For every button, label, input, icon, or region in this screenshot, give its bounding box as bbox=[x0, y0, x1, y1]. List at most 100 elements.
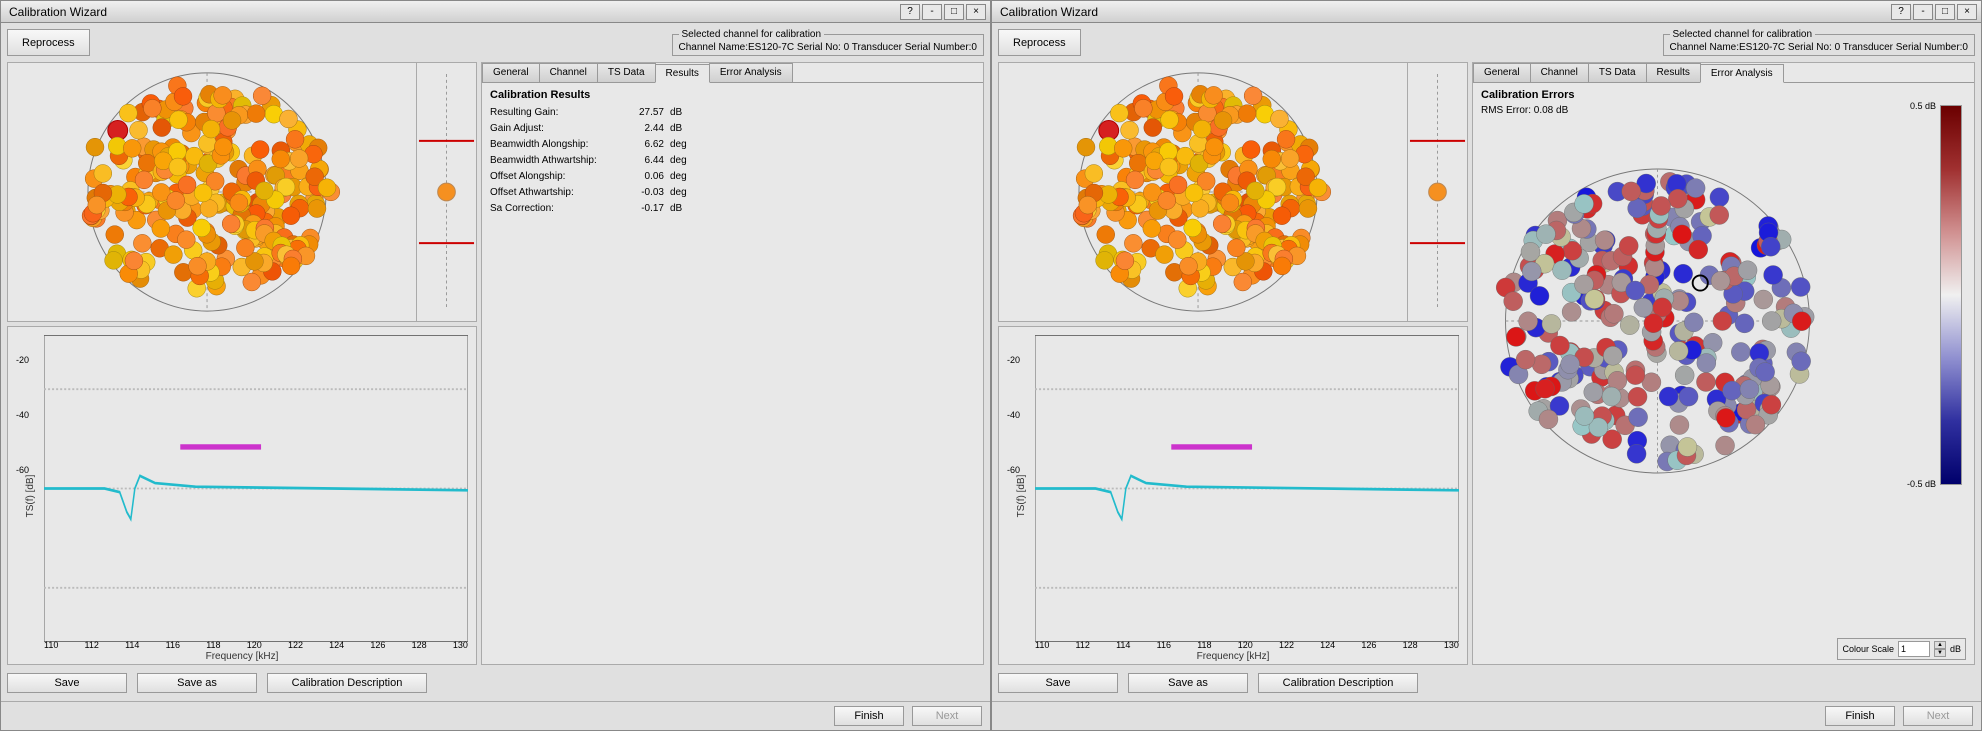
beam-side-svg bbox=[1408, 63, 1467, 321]
xtick: 124 bbox=[1320, 640, 1335, 650]
minimize-button[interactable]: - bbox=[1913, 4, 1933, 20]
xtick: 124 bbox=[329, 640, 344, 650]
xtick: 110 bbox=[1035, 640, 1049, 650]
save-button[interactable]: Save bbox=[7, 673, 127, 693]
spin-down-icon[interactable]: ▼ bbox=[1934, 649, 1946, 657]
ytick: -40 bbox=[16, 410, 29, 420]
freq-xlabel: Frequency [kHz] bbox=[1197, 651, 1270, 662]
channel-line: Channel Name:ES120-7C Serial No: 0 Trans… bbox=[679, 42, 977, 53]
reprocess-button[interactable]: Reprocess bbox=[998, 29, 1081, 56]
minimize-button[interactable]: - bbox=[922, 4, 942, 20]
result-row: Resulting Gain:27.57dB bbox=[490, 105, 975, 121]
colour-scale-input[interactable]: 1 bbox=[1898, 641, 1930, 657]
help-button[interactable]: ? bbox=[1891, 4, 1911, 20]
save-button[interactable]: Save bbox=[998, 673, 1118, 693]
colorbar-top-label: 0.5 dB bbox=[1910, 101, 1936, 111]
ytick: -60 bbox=[16, 465, 29, 475]
close-button[interactable]: × bbox=[966, 4, 986, 20]
xtick: 130 bbox=[453, 640, 468, 650]
xtick: 122 bbox=[1279, 640, 1294, 650]
reprocess-button[interactable]: Reprocess bbox=[7, 29, 90, 56]
tab-error-analysis[interactable]: Error Analysis bbox=[709, 63, 793, 82]
xtick: 120 bbox=[1238, 640, 1253, 650]
beam-scatter-svg bbox=[8, 63, 416, 321]
window-buttons: ? - □ × bbox=[900, 4, 986, 20]
channel-group-label: Selected channel for calibration bbox=[1670, 29, 1816, 40]
xtick: 116 bbox=[1157, 640, 1171, 650]
titlebar: Calibration Wizard ? - □ × bbox=[992, 1, 1981, 23]
calibration-description-button[interactable]: Calibration Description bbox=[267, 673, 427, 693]
tab-general[interactable]: General bbox=[482, 63, 540, 82]
colorbar bbox=[1940, 105, 1962, 485]
window-title: Calibration Wizard bbox=[9, 5, 900, 19]
tab-channel[interactable]: Channel bbox=[539, 63, 598, 82]
next-button[interactable]: Next bbox=[912, 706, 982, 726]
tab-ts-data[interactable]: TS Data bbox=[597, 63, 656, 82]
channel-info-box: Selected channel for calibration Channel… bbox=[672, 29, 984, 56]
xtick: 128 bbox=[1403, 640, 1418, 650]
xtick: 118 bbox=[1197, 640, 1211, 650]
spin-up-icon[interactable]: ▲ bbox=[1934, 641, 1946, 649]
xtick: 110 bbox=[44, 640, 58, 650]
tab-channel[interactable]: Channel bbox=[1530, 63, 1589, 82]
tab-general[interactable]: General bbox=[1473, 63, 1531, 82]
ytick: -20 bbox=[1007, 355, 1020, 365]
save-as-button[interactable]: Save as bbox=[1128, 673, 1248, 693]
tabbar: GeneralChannelTS DataResultsError Analys… bbox=[482, 63, 983, 83]
right-tab-panel: GeneralChannelTS DataResultsError Analys… bbox=[481, 62, 984, 665]
colour-scale-box: Colour Scale 1 ▲ ▼ dB bbox=[1837, 638, 1966, 660]
footer: Finish Next bbox=[1, 701, 990, 730]
xtick: 120 bbox=[247, 640, 262, 650]
maximize-button[interactable]: □ bbox=[1935, 4, 1955, 20]
maximize-button[interactable]: □ bbox=[944, 4, 964, 20]
calibration-description-button[interactable]: Calibration Description bbox=[1258, 673, 1418, 693]
frequency-response-panel: TS(f) [dB] -20 -40 -60 Frequency [kHz] 1… bbox=[998, 326, 1468, 665]
calibration-wizard-errors: Calibration Wizard ? - □ × Reprocess Sel… bbox=[991, 0, 1982, 731]
save-as-button[interactable]: Save as bbox=[137, 673, 257, 693]
xtick: 118 bbox=[206, 640, 220, 650]
right-tab-panel: GeneralChannelTS DataResultsError Analys… bbox=[1472, 62, 1975, 665]
xtick: 126 bbox=[1361, 640, 1376, 650]
ytick: -60 bbox=[1007, 465, 1020, 475]
xtick: 128 bbox=[412, 640, 427, 650]
error-analysis-tab-content: Calibration Errors RMS Error: 0.08 dB 0.… bbox=[1473, 83, 1974, 664]
xtick: 114 bbox=[1116, 640, 1130, 650]
ytick: -40 bbox=[1007, 410, 1020, 420]
footer: Finish Next bbox=[992, 701, 1981, 730]
error-scatter-svg bbox=[1477, 131, 1857, 511]
tab-ts-data[interactable]: TS Data bbox=[1588, 63, 1647, 82]
rms-error-line: RMS Error: 0.08 dB bbox=[1481, 105, 1966, 116]
tabbar: GeneralChannelTS DataResultsError Analys… bbox=[1473, 63, 1974, 83]
finish-button[interactable]: Finish bbox=[834, 706, 904, 726]
channel-line: Channel Name:ES120-7C Serial No: 0 Trans… bbox=[1670, 42, 1968, 53]
tab-results[interactable]: Results bbox=[1646, 63, 1701, 82]
beam-scatter-panel bbox=[7, 62, 477, 322]
finish-button[interactable]: Finish bbox=[1825, 706, 1895, 726]
next-button[interactable]: Next bbox=[1903, 706, 1973, 726]
tab-results[interactable]: Results bbox=[655, 64, 710, 83]
freq-ylabel: TS(f) [dB] bbox=[1016, 474, 1027, 517]
bottom-buttons: Save Save as Calibration Description bbox=[7, 671, 984, 695]
freq-chart-svg bbox=[44, 335, 468, 642]
result-row: Offset Athwartship:-0.03deg bbox=[490, 185, 975, 201]
frequency-response-panel: TS(f) [dB] -20 -40 -60 Frequency [kHz] 1… bbox=[7, 326, 477, 665]
tab-error-analysis[interactable]: Error Analysis bbox=[1700, 64, 1784, 83]
freq-ylabel: TS(f) [dB] bbox=[25, 474, 36, 517]
channel-group-label: Selected channel for calibration bbox=[679, 29, 825, 40]
bottom-buttons: Save Save as Calibration Description bbox=[998, 671, 1975, 695]
errors-heading: Calibration Errors bbox=[1481, 89, 1966, 101]
help-button[interactable]: ? bbox=[900, 4, 920, 20]
channel-info-box: Selected channel for calibration Channel… bbox=[1663, 29, 1975, 56]
beam-scatter-panel bbox=[998, 62, 1468, 322]
xtick: 126 bbox=[370, 640, 385, 650]
titlebar: Calibration Wizard ? - □ × bbox=[1, 1, 990, 23]
close-button[interactable]: × bbox=[1957, 4, 1977, 20]
results-tab-content: Calibration Results Resulting Gain:27.57… bbox=[482, 83, 983, 664]
beam-side-svg bbox=[417, 63, 476, 321]
ytick: -20 bbox=[16, 355, 29, 365]
freq-xlabel: Frequency [kHz] bbox=[206, 651, 279, 662]
xtick: 112 bbox=[1076, 640, 1090, 650]
freq-chart-svg bbox=[1035, 335, 1459, 642]
calibration-wizard-results: Calibration Wizard ? - □ × Reprocess Sel… bbox=[0, 0, 991, 731]
result-row: Beamwidth Alongship:6.62deg bbox=[490, 137, 975, 153]
